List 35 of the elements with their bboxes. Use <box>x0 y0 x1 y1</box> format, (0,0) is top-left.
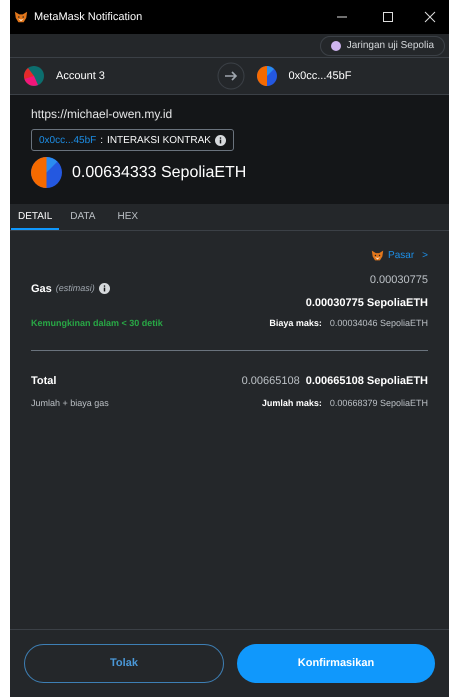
contract-address[interactable]: 0x0cc...45bF <box>39 132 96 148</box>
total-value-eth: 0.00665108 SepoliaETH <box>306 374 428 388</box>
origin-url: https://michael-owen.my.id <box>31 106 174 123</box>
max-fee-label: Biaya maks: <box>269 317 322 330</box>
total-subtitle: Jumlah + biaya gas <box>31 397 109 410</box>
window-title: MetaMask Notification <box>34 10 142 25</box>
max-fee-value: 0.00034046 SepoliaETH <box>330 317 428 330</box>
contract-separator: : <box>100 134 104 148</box>
timing-estimate: Kemungkinan dalam < 30 detik <box>31 317 163 330</box>
transaction-amount: 0.00634333 SepoliaETH <box>72 162 246 182</box>
tab[interactable]: DATA <box>59 204 106 230</box>
gas-label: Gas <box>31 282 52 296</box>
gas-note: (estimasi) <box>56 282 95 295</box>
info-icon[interactable] <box>214 134 226 146</box>
contract-label: INTERAKSI KONTRAK <box>107 134 211 148</box>
network-selector[interactable]: Jaringan uji Sepolia <box>320 36 445 56</box>
recipient-address: 0x0cc...45bF <box>288 68 352 84</box>
total-value: 0.00665108 <box>242 374 300 388</box>
recipient-avatar <box>256 66 276 86</box>
info-icon[interactable] <box>98 283 110 294</box>
fox-icon <box>14 10 28 24</box>
max-amount-value: 0.00668379 SepoliaETH <box>330 397 428 410</box>
max-amount-label: Jumlah maks: <box>262 397 322 410</box>
market-link[interactable]: Pasar > <box>388 248 428 263</box>
account-name: Account 3 <box>56 68 105 84</box>
tab[interactable]: HEX <box>106 204 150 230</box>
fox-icon <box>371 249 384 262</box>
reject-button[interactable]: Tolak <box>24 644 224 683</box>
tab[interactable]: DETAIL <box>11 204 60 230</box>
arrow-right-icon <box>216 62 244 90</box>
gas-value: 0.00030775 <box>370 273 428 288</box>
token-avatar <box>31 157 62 188</box>
account-avatar <box>24 66 44 86</box>
gas-value-eth: 0.00030775 SepoliaETH <box>306 296 428 310</box>
total-label: Total <box>31 374 56 388</box>
